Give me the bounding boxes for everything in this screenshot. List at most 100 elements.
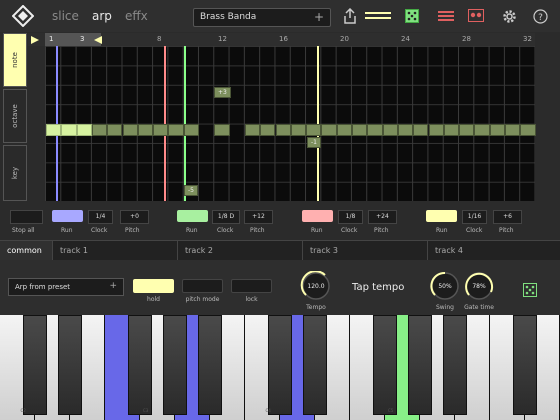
top-bar: slice arp effx Brass Banda + ?	[0, 0, 560, 32]
octave-label: C5	[388, 408, 394, 413]
note-step[interactable]	[76, 124, 92, 136]
sidebar: note octave key	[3, 33, 27, 201]
pitch-label: Pitch	[125, 227, 140, 234]
note-step[interactable]	[413, 124, 429, 136]
note-step[interactable]	[46, 124, 62, 136]
black-key[interactable]	[512, 315, 538, 415]
track4-run-button[interactable]	[426, 210, 457, 222]
note-step[interactable]	[428, 124, 444, 136]
pitch-offset-label[interactable]: -1	[307, 137, 321, 148]
black-key[interactable]	[442, 315, 468, 415]
note-step[interactable]	[397, 124, 414, 136]
note-step[interactable]	[244, 124, 261, 136]
tab-common[interactable]: common	[0, 241, 52, 260]
run-label: Run	[311, 227, 323, 234]
note-step[interactable]	[214, 124, 230, 136]
note-step[interactable]	[107, 124, 123, 136]
note-step[interactable]	[168, 124, 184, 136]
note-step[interactable]	[61, 124, 77, 136]
list-icon[interactable]	[438, 10, 454, 22]
tab-track-4[interactable]: track 4	[427, 241, 560, 260]
black-key[interactable]	[162, 315, 188, 415]
track3-clock-value[interactable]: 1/8	[338, 210, 363, 224]
tap-tempo-button[interactable]: Tap tempo	[352, 282, 404, 293]
tape-icon[interactable]	[468, 9, 484, 22]
pitch-label: Pitch	[250, 227, 265, 234]
track2-pitch-value[interactable]: +12	[244, 210, 273, 224]
note-step[interactable]	[91, 124, 108, 136]
track2-clock-value[interactable]: 1/8 D	[212, 210, 240, 224]
note-step[interactable]	[367, 124, 383, 136]
tab-effx[interactable]: effx	[125, 9, 148, 23]
add-arp-preset-button[interactable]: +	[109, 281, 117, 291]
note-step[interactable]	[275, 124, 291, 136]
dice-icon[interactable]	[405, 9, 419, 23]
clock-label: Clock	[466, 227, 483, 234]
track4-pitch-value[interactable]: +6	[493, 210, 522, 224]
track1-pitch-value[interactable]: +0	[120, 210, 149, 224]
note-step[interactable]	[489, 124, 505, 136]
track3-run-button[interactable]	[302, 210, 333, 222]
black-key[interactable]	[127, 315, 153, 415]
preset-selector[interactable]: Brass Banda +	[193, 8, 331, 27]
tab-slice[interactable]: slice	[52, 9, 79, 23]
note-step[interactable]	[260, 124, 276, 136]
note-step[interactable]	[520, 124, 536, 136]
note-step[interactable]	[382, 124, 398, 136]
step-ruler[interactable]: 1 3 8 12 16 20 24 28 32	[28, 33, 535, 46]
sidebar-tab-octave[interactable]: octave	[3, 89, 27, 143]
note-step[interactable]	[183, 124, 199, 136]
gate-time-label: Gate time	[464, 304, 494, 311]
sidebar-tab-label: octave	[11, 104, 19, 128]
black-key[interactable]	[372, 315, 398, 415]
tempo-label: Tempo	[306, 304, 326, 311]
black-key[interactable]	[22, 315, 48, 415]
stop-all-button[interactable]	[10, 210, 43, 224]
hold-toggle[interactable]	[133, 279, 174, 293]
track1-run-button[interactable]	[52, 210, 83, 222]
arp-preset-dropdown[interactable]: Arp from preset +	[8, 278, 124, 296]
waveform-icon[interactable]	[365, 12, 391, 20]
pitch-mode-toggle[interactable]	[182, 279, 223, 293]
lock-toggle[interactable]	[231, 279, 272, 293]
note-step[interactable]	[290, 124, 307, 136]
note-step[interactable]	[474, 124, 490, 136]
share-icon[interactable]	[343, 8, 357, 24]
note-step[interactable]	[153, 124, 169, 136]
pitch-label: Pitch	[374, 227, 389, 234]
black-key[interactable]	[197, 315, 223, 415]
black-key[interactable]	[302, 315, 328, 415]
sidebar-tab-key[interactable]: key	[3, 145, 27, 201]
note-step[interactable]	[306, 124, 322, 136]
pitch-offset-label[interactable]: -5	[184, 185, 198, 196]
app-logo-icon[interactable]	[12, 5, 34, 27]
note-step[interactable]	[137, 124, 154, 136]
black-key[interactable]	[267, 315, 293, 415]
black-key[interactable]	[407, 315, 433, 415]
tab-arp[interactable]: arp	[92, 9, 112, 23]
note-step[interactable]	[505, 124, 521, 136]
note-step[interactable]	[122, 124, 138, 136]
note-step[interactable]	[459, 124, 475, 136]
pitch-mode-label: pitch mode	[185, 296, 220, 303]
track3-pitch-value[interactable]: +24	[368, 210, 397, 224]
track4-clock-value[interactable]: 1/16	[462, 210, 487, 224]
randomize-dice-icon[interactable]	[523, 283, 537, 297]
note-step[interactable]	[321, 124, 337, 136]
help-icon[interactable]: ?	[533, 9, 548, 24]
pitch-offset-label[interactable]: +3	[214, 87, 231, 98]
gear-icon[interactable]	[502, 9, 517, 24]
note-step[interactable]	[352, 124, 368, 136]
loop-end-marker-icon[interactable]	[94, 36, 102, 44]
track2-run-button[interactable]	[177, 210, 208, 222]
note-step[interactable]	[336, 124, 352, 136]
add-preset-button[interactable]: +	[314, 10, 324, 24]
tab-track-3[interactable]: track 3	[302, 241, 427, 260]
note-step[interactable]	[443, 124, 460, 136]
loop-start-marker-icon[interactable]	[31, 36, 39, 44]
black-key[interactable]	[57, 315, 83, 415]
sidebar-tab-note[interactable]: note	[3, 33, 27, 87]
tab-track-2[interactable]: track 2	[177, 241, 302, 260]
tab-track-1[interactable]: track 1	[52, 241, 177, 260]
track1-clock-value[interactable]: 1/4	[88, 210, 113, 224]
